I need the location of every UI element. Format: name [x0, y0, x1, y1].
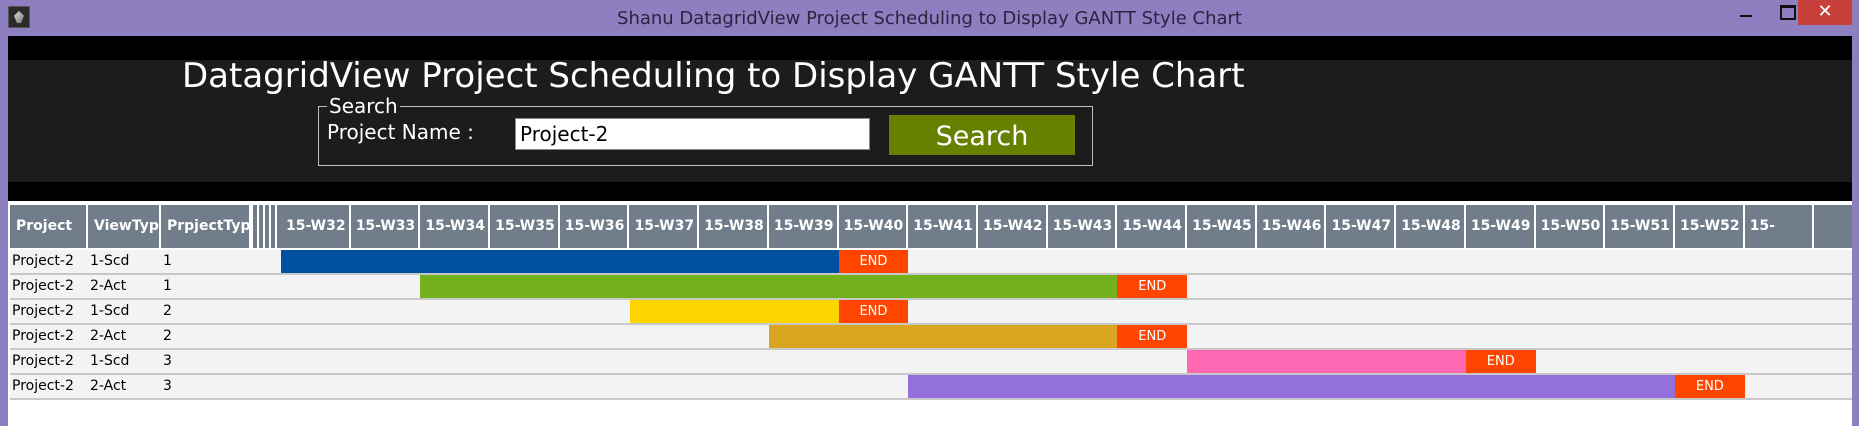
project-type-cell[interactable]: 2	[161, 300, 172, 323]
gantt-bar	[281, 250, 839, 273]
week-column-header[interactable]: 15-W33	[351, 205, 421, 248]
search-groupbox: Search Project Name : Search	[318, 95, 1093, 166]
week-column-header[interactable]: 15-W42	[978, 205, 1048, 248]
week-column-header[interactable]: 15-W35	[490, 205, 560, 248]
week-column-header[interactable]: 15-W45	[1187, 205, 1257, 248]
gantt-bar	[768, 325, 1118, 348]
project-name-label: Project Name :	[327, 120, 474, 144]
view-type-cell[interactable]: 2-Act	[88, 325, 126, 348]
project-type-cell[interactable]: 1	[161, 275, 172, 298]
grid-header-row: Project ViewType PrpjectType 15-W32 15-W33 15…	[10, 205, 1852, 248]
view-type-cell[interactable]: 2-Act	[88, 275, 126, 298]
week-column-header[interactable]: 15-W47	[1327, 205, 1397, 248]
gantt-bar	[908, 375, 1675, 398]
project-type-cell[interactable]: 2	[161, 325, 172, 348]
week-column-header[interactable]: 15-W36	[560, 205, 630, 248]
gantt-datagrid[interactable]: Project ViewType PrpjectType 15-W32 15-W33 15…	[8, 204, 1852, 426]
application-window: Shanu DatagridView Project Scheduling to…	[0, 0, 1859, 426]
search-group-legend: Search	[327, 94, 400, 118]
gantt-end-marker: END	[1117, 275, 1188, 298]
project-cell[interactable]: Project-2	[10, 250, 74, 273]
table-row[interactable]: Project-2 2-Act 2 END	[10, 325, 1852, 350]
week-column-header[interactable]: 15-W41	[908, 205, 978, 248]
gantt-end-marker: END	[838, 250, 909, 273]
project-type-cell[interactable]: 3	[161, 375, 172, 398]
week-column-header[interactable]: 15-W51	[1605, 205, 1675, 248]
view-type-cell[interactable]: 1-Scd	[88, 300, 129, 323]
gantt-bar	[420, 275, 1118, 298]
project-name-input[interactable]	[515, 118, 870, 150]
narrow-column-divider	[269, 205, 271, 248]
view-type-cell[interactable]: 2-Act	[88, 375, 126, 398]
table-row[interactable]: Project-2 2-Act 1 END	[10, 275, 1852, 300]
week-column-header[interactable]: 15-W39	[769, 205, 839, 248]
week-column-header[interactable]: 15-W48	[1396, 205, 1466, 248]
client-area: DatagridView Project Scheduling to Displ…	[8, 36, 1852, 426]
project-cell[interactable]: Project-2	[10, 350, 74, 373]
week-column-header[interactable]: 15-W50	[1536, 205, 1606, 248]
minimize-button[interactable]	[1726, 0, 1766, 26]
narrow-column-divider	[263, 205, 265, 248]
gantt-end-marker: END	[1465, 350, 1536, 373]
close-icon: ✕	[1817, 1, 1833, 22]
view-type-cell[interactable]: 1-Scd	[88, 350, 129, 373]
search-button[interactable]: Search	[889, 115, 1075, 155]
week-column-header[interactable]: 15-W37	[630, 205, 700, 248]
project-cell[interactable]: Project-2	[10, 375, 74, 398]
narrow-column-divider	[251, 205, 253, 248]
header-inner-panel: DatagridView Project Scheduling to Displ…	[8, 56, 1852, 182]
project-cell[interactable]: Project-2	[10, 325, 74, 348]
close-button[interactable]: ✕	[1798, 0, 1852, 25]
narrow-column-divider	[275, 205, 277, 248]
week-column-header[interactable]: 15-W46	[1257, 205, 1327, 248]
week-column-header[interactable]: 15-	[1745, 205, 1815, 248]
title-bar[interactable]: Shanu DatagridView Project Scheduling to…	[0, 0, 1859, 36]
week-column-header[interactable]: 15-W44	[1117, 205, 1188, 248]
table-row[interactable]: Project-2 1-Scd 3 END	[10, 350, 1852, 375]
table-row[interactable]: Project-2 2-Act 3 END	[10, 375, 1852, 400]
gantt-end-marker: END	[1675, 375, 1745, 398]
week-column-header[interactable]: 15-W40	[839, 205, 909, 248]
narrow-column-divider	[257, 205, 259, 248]
header-panel: DatagridView Project Scheduling to Displ…	[8, 36, 1852, 201]
page-title: DatagridView Project Scheduling to Displ…	[182, 56, 1245, 96]
project-cell[interactable]: Project-2	[10, 275, 74, 298]
gantt-bar	[629, 300, 839, 323]
view-type-cell[interactable]: 1-Scd	[88, 250, 129, 273]
project-type-cell[interactable]: 1	[161, 250, 172, 273]
gantt-end-marker: END	[838, 300, 909, 323]
week-column-header[interactable]: 15-W49	[1466, 205, 1536, 248]
column-header-1[interactable]: ViewType	[88, 205, 161, 248]
column-header-2[interactable]: PrpjectType	[161, 205, 251, 248]
window-title: Shanu DatagridView Project Scheduling to…	[617, 8, 1242, 29]
project-cell[interactable]: Project-2	[10, 300, 74, 323]
project-type-cell[interactable]: 3	[161, 350, 172, 373]
gantt-end-marker: END	[1117, 325, 1188, 348]
gantt-bar	[1187, 350, 1466, 373]
week-column-header[interactable]: 15-W43	[1048, 205, 1118, 248]
column-header-0[interactable]: Project	[10, 205, 88, 248]
table-row[interactable]: Project-2 1-Scd 1 END	[10, 250, 1852, 275]
week-column-header[interactable]: 15-W38	[699, 205, 769, 248]
table-row[interactable]: Project-2 1-Scd 2 END	[10, 300, 1852, 325]
week-column-header[interactable]: 15-W32	[281, 205, 351, 248]
week-column-header[interactable]: 15-W34	[420, 205, 491, 248]
week-column-header[interactable]: 15-W52	[1675, 205, 1745, 248]
